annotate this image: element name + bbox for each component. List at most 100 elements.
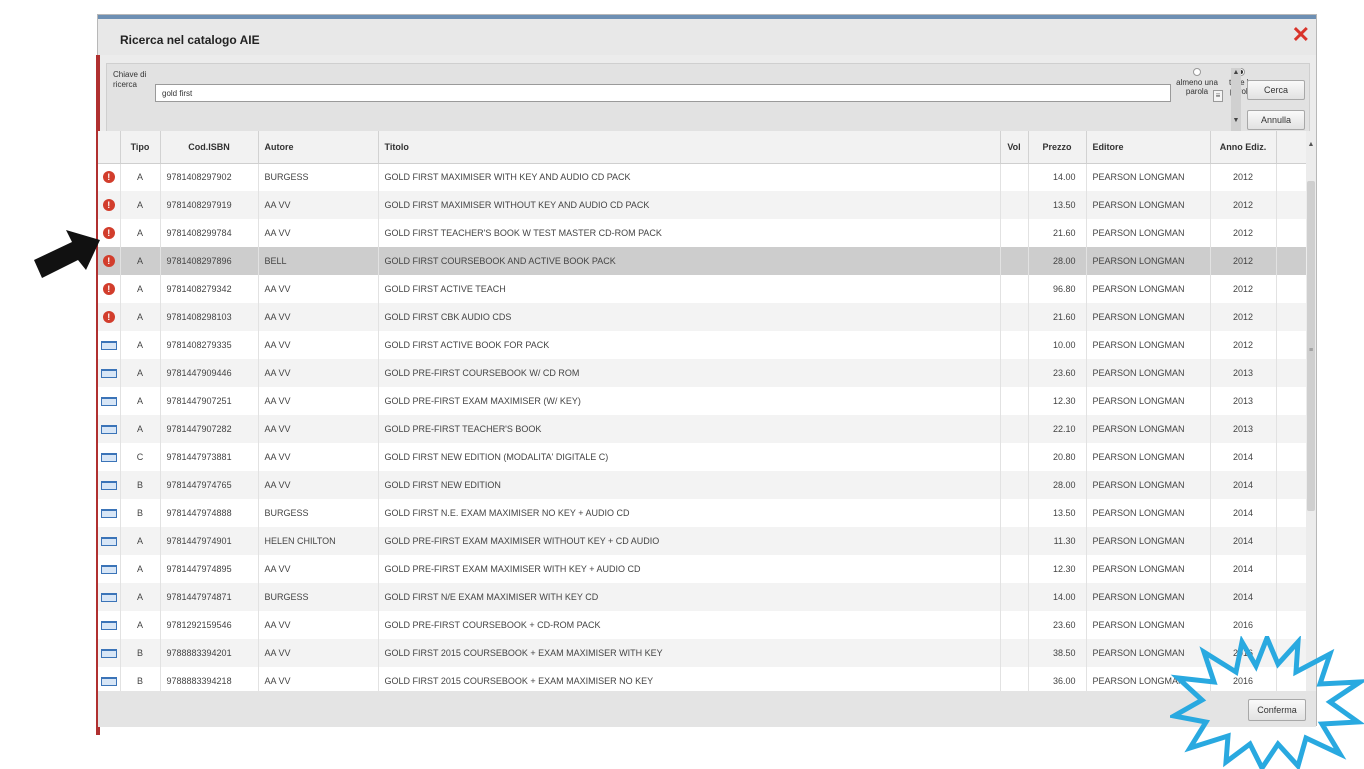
cell-filler	[1276, 359, 1306, 387]
cell-autore: AA VV	[258, 443, 379, 471]
table-row[interactable]: A 9781292159546 AA VV GOLD PRE-FIRST COURSE…	[98, 611, 1306, 639]
cell-vol	[1000, 303, 1029, 331]
table-row[interactable]: C 9781447973881 AA VV GOLD FIRST NEW EDITIO…	[98, 443, 1306, 471]
table-row[interactable]: A 9781447974871 BURGESS GOLD FIRST N/E EXAM…	[98, 583, 1306, 611]
options-list-icon[interactable]: ≡	[1213, 90, 1223, 102]
cell-vol	[1000, 359, 1029, 387]
cell-titolo: GOLD FIRST COURSEBOOK AND ACTIVE BOOK PA…	[378, 247, 1001, 275]
cell-prezzo: 38.50	[1028, 639, 1087, 667]
cell-autore: BURGESS	[258, 499, 379, 527]
cell-titolo: GOLD FIRST MAXIMISER WITH KEY AND AUDIO …	[378, 163, 1001, 191]
cell-editore: PEARSON LONGMAN	[1086, 219, 1211, 247]
cell-prezzo: 22.10	[1028, 415, 1087, 443]
col-filler	[1276, 131, 1306, 164]
cell-filler	[1276, 219, 1306, 247]
table-row[interactable]: A 9781447974895 AA VV GOLD PRE-FIRST EXAM M…	[98, 555, 1306, 583]
close-icon[interactable]: ✕	[1292, 23, 1310, 47]
table-row[interactable]: B 9781447974888 BURGESS GOLD FIRST N.E. EXA…	[98, 499, 1306, 527]
cell-autore: AA VV	[258, 387, 379, 415]
book-icon	[100, 565, 117, 575]
cell-titolo: GOLD PRE-FIRST EXAM MAXIMISER (W/ KEY)	[378, 387, 1001, 415]
table-row[interactable]: B 9788883394218 AA VV GOLD FIRST 2015 COURS…	[98, 667, 1306, 691]
cell-filler	[1276, 191, 1306, 219]
search-label: Chiave di ricerca	[113, 70, 147, 89]
col-autore[interactable]: Autore	[258, 131, 379, 164]
col-editore[interactable]: Editore	[1086, 131, 1211, 164]
cell-anno: 2012	[1210, 247, 1277, 275]
cell-anno: 2012	[1210, 331, 1277, 359]
cell-filler	[1276, 275, 1306, 303]
cell-isbn: 9781408297902	[160, 163, 259, 191]
table-row[interactable]: A 9781447907282 AA VV GOLD PRE-FIRST TEACHE…	[98, 415, 1306, 443]
table-scroll-up-icon[interactable]: ▲	[1306, 141, 1316, 148]
col-isbn[interactable]: Cod.ISBN	[160, 131, 259, 164]
row-status-cell	[98, 443, 121, 471]
cell-editore: PEARSON LONGMAN	[1086, 471, 1211, 499]
cell-editore: PEARSON LONGMAN	[1086, 247, 1211, 275]
col-tipo[interactable]: Tipo	[120, 131, 161, 164]
search-button[interactable]: Cerca	[1247, 80, 1305, 100]
cell-filler	[1276, 331, 1306, 359]
table-row[interactable]: A 9781447909446 AA VV GOLD PRE-FIRST COURSE…	[98, 359, 1306, 387]
cell-titolo: GOLD FIRST CBK AUDIO CDS	[378, 303, 1001, 331]
cell-tipo: A	[120, 359, 161, 387]
cell-isbn: 9788883394218	[160, 667, 259, 691]
cell-prezzo: 13.50	[1028, 499, 1087, 527]
table-row[interactable]: ! A 9781408298103 AA VV GOLD FIRST CBK AUDIO…	[98, 303, 1306, 331]
cell-titolo: GOLD FIRST 2015 COURSEBOOK + EXAM MAXIMI…	[378, 667, 1001, 691]
cell-anno: 2014	[1210, 471, 1277, 499]
table-row[interactable]: ! A 9781408279342 AA VV GOLD FIRST ACTIVE TE…	[98, 275, 1306, 303]
options-scrollbar[interactable]: ▲ ▼	[1231, 68, 1241, 132]
cell-editore: PEARSON LONGMAN	[1086, 331, 1211, 359]
cell-prezzo: 10.00	[1028, 331, 1087, 359]
table-body: ! A 9781408297902 BURGESS GOLD FIRST MAXIMIS…	[98, 163, 1306, 691]
table-row[interactable]: ! A 9781408299784 AA VV GOLD FIRST TEACHER'S…	[98, 219, 1306, 247]
cell-isbn: 9781447974871	[160, 583, 259, 611]
table-row[interactable]: A 9781447974901 HELEN CHILTON GOLD PRE-FIRS…	[98, 527, 1306, 555]
table-row[interactable]: ! A 9781408297919 AA VV GOLD FIRST MAXIMISER…	[98, 191, 1306, 219]
row-status-cell	[98, 499, 121, 527]
table-row[interactable]: A 9781408279335 AA VV GOLD FIRST ACTIVE BOO…	[98, 331, 1306, 359]
book-icon	[100, 649, 117, 659]
col-titolo[interactable]: Titolo	[378, 131, 1001, 164]
results-table: Tipo Cod.ISBN Autore Titolo Vol Prezzo E…	[98, 131, 1306, 691]
search-input[interactable]	[155, 84, 1171, 102]
cell-anno: 2016	[1210, 611, 1277, 639]
cancel-button[interactable]: Annulla	[1247, 110, 1305, 130]
cell-autore: AA VV	[258, 191, 379, 219]
table-row[interactable]: ! A 9781408297896 BELL GOLD FIRST COURSEBOOK…	[98, 247, 1306, 275]
cell-titolo: GOLD PRE-FIRST COURSEBOOK + CD-ROM PACK	[378, 611, 1001, 639]
pointer-arrow-icon	[34, 230, 100, 278]
warning-icon: !	[102, 227, 115, 239]
cell-prezzo: 11.30	[1028, 527, 1087, 555]
col-anno[interactable]: Anno Ediz.	[1210, 131, 1277, 164]
scroll-up-icon[interactable]: ▲	[1231, 68, 1241, 78]
cell-vol	[1000, 331, 1029, 359]
table-row[interactable]: ! A 9781408297902 BURGESS GOLD FIRST MAXIMIS…	[98, 163, 1306, 191]
cell-vol	[1000, 163, 1029, 191]
cell-tipo: B	[120, 667, 161, 691]
dialog-titlebar: Ricerca nel catalogo AIE ✕	[98, 19, 1316, 55]
scroll-down-icon[interactable]: ▼	[1231, 116, 1241, 126]
table-scroll-thumb[interactable]	[1307, 181, 1315, 511]
row-status-cell	[98, 555, 121, 583]
radio-any-word-dot[interactable]	[1193, 68, 1201, 76]
cell-tipo: A	[120, 331, 161, 359]
starburst-outline	[1170, 636, 1364, 769]
cell-autore: AA VV	[258, 639, 379, 667]
table-row[interactable]: B 9781447974765 AA VV GOLD FIRST NEW EDITIO…	[98, 471, 1306, 499]
table-row[interactable]: A 9781447907251 AA VV GOLD PRE-FIRST EXAM M…	[98, 387, 1306, 415]
cell-isbn: 9781447974765	[160, 471, 259, 499]
table-scrollbar[interactable]: ▲ ≡	[1306, 131, 1316, 691]
cell-filler	[1276, 163, 1306, 191]
cell-vol	[1000, 415, 1029, 443]
cell-anno: 2014	[1210, 443, 1277, 471]
warning-icon: !	[102, 311, 115, 323]
col-prezzo[interactable]: Prezzo	[1028, 131, 1087, 164]
col-vol[interactable]: Vol	[1000, 131, 1029, 164]
catalog-search-dialog: Ricerca nel catalogo AIE ✕ Chiave di ric…	[96, 14, 1317, 735]
cell-autore: AA VV	[258, 471, 379, 499]
cell-filler	[1276, 611, 1306, 639]
cell-editore: PEARSON LONGMAN	[1086, 163, 1211, 191]
table-row[interactable]: B 9788883394201 AA VV GOLD FIRST 2015 COURS…	[98, 639, 1306, 667]
